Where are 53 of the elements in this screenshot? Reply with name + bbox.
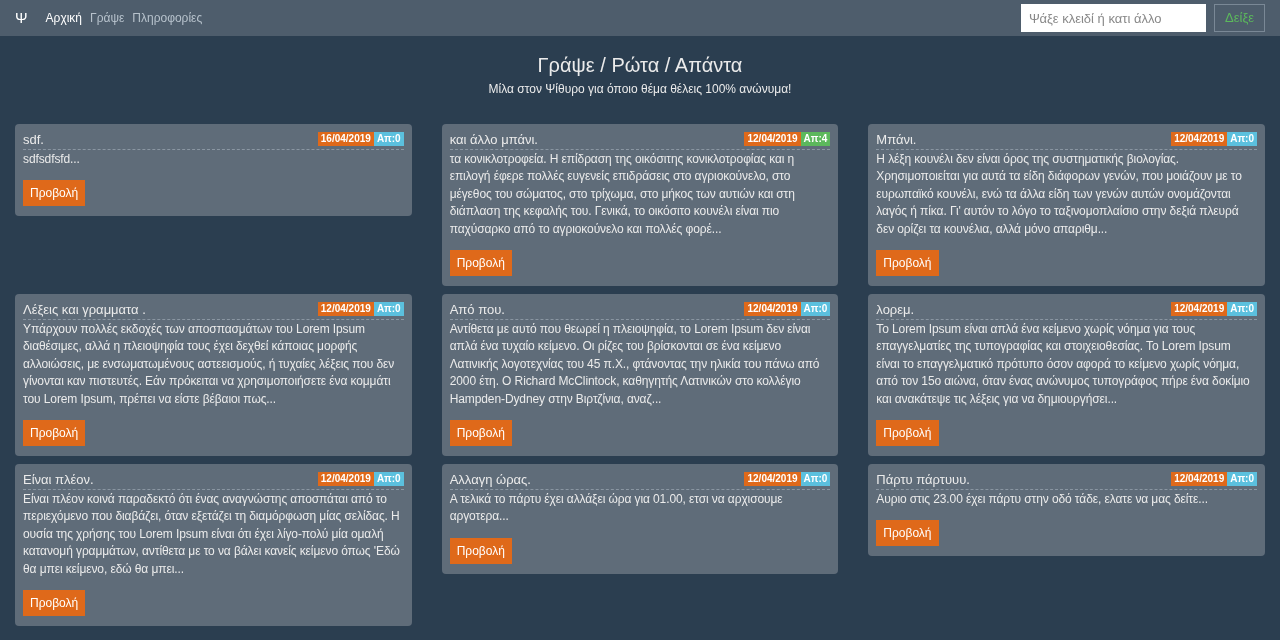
post-excerpt: Υπάρχουν πολλές εκδοχές των αποσπασμάτων του Lorem Ipsum διαθέσιμες, αλλά η πλειοψηφία τους έχει δεχθεί κάποιας μορφής αλλοιώσεις, με ενσωματωμένους αστεεισμούς, ή τυχαίες λέξεις που δεν γίνονται καν πιστευτές. Εάν πρόκειται να χρησιμοποιήσετε ένα κομμάτι του Lorem Ipsum, πρέπει να είστε βέβαιοι πως... <box>23 321 396 408</box>
nav-link[interactable]: Αρχική <box>45 9 82 27</box>
reply-count-badge: Απ:4 <box>800 132 831 146</box>
date-badge: 12/04/2019 <box>1171 472 1228 487</box>
brand-logo[interactable]: Ψ <box>15 6 28 30</box>
date-badge: 12/04/2019 <box>744 132 801 146</box>
nav-link[interactable]: Πληροφορίες <box>132 9 203 27</box>
date-badge: 12/04/2019 <box>317 302 374 317</box>
post-excerpt: Το Lorem Ipsum είναι απλά ένα κείμενο χωρίς νόημα για τους επαγγελματίες της τυπογραφίας και στοιχειοθεσίας. Το Lorem Ipsum είναι το επαγγελματικό πρότυπο όσον αφορά το κείμενο χωρίς νόημα, από τον 15ο αιώνα, όταν ένας ανώνυμος τυπογράφος πήρε ένα δοκίμιο και ανακάτεψε τις λέξεις για να δημιουργήσει... <box>876 321 1251 408</box>
view-button[interactable]: Προβολή <box>449 420 512 447</box>
post-excerpt: τα κονικλοτροφεία. Η επίδραση της οικόσιτης κονικλοτροφίας και η επιλογή έφερε πολλές ευγενείς επιδράσεις στο αγριοκούνελο, στο μέγεθος του σώματος, στο τρίχωμα, στο μήκος των αυτιών και στη διάπλαση της κεφαλής του. Γενικά, το οικόσιτο κουνέλι είναι πιο παχύσαρκο από το αγριοκούνελο και πολλές φορέ... <box>449 151 796 238</box>
date-badge: 12/04/2019 <box>744 302 801 317</box>
nav-link[interactable]: Γράψε <box>90 9 125 27</box>
reply-count-badge: Απ:0 <box>1227 302 1257 317</box>
post-title: Αλλαγη ώρας. <box>449 472 531 489</box>
post-title: sdf. <box>23 132 44 148</box>
search-field[interactable]: Ψάξε κλειδί ή κατι άλλο <box>1021 4 1206 32</box>
post-excerpt: Αντίθετα με αυτό που θεωρεί η πλειοψηφία, το Lorem Ipsum δεν είναι απλά ένα τυχαίο κείμενο. Οι ρίζες του βρίσκονται σε ένα κείμενο Λατινικής λογοτεχνίας του 45 π.Χ., φτάνοντας την ηλικία του πάνω από 2000 έτη. Ο Richard McClintock, καθηγητής Λατινικών στο κολλέγιο Hampden-Dydney στην Βιρτζίνια, αναζ... <box>449 321 821 408</box>
date-badge: 12/04/2019 <box>317 472 374 487</box>
date-badge: 12/04/2019 <box>1171 132 1228 146</box>
view-button[interactable]: Προβολή <box>23 590 86 617</box>
post-title: Από που. <box>449 302 505 319</box>
post-title: λορεμ. <box>876 302 915 319</box>
post-excerpt: sdfsdfsfd... <box>23 151 81 168</box>
page-subtitle: Μίλα στον Ψίθυρο για όποιο θέμα θέλεις 100% ανώνυμα! <box>487 81 793 98</box>
post-title: Είναι πλέον. <box>23 472 94 489</box>
post-excerpt: Α τελικά το πάρτυ έχει αλλάξει ώρα για 01.00, ετσι να αρχισουμε αργοτερα... <box>449 491 784 526</box>
post-excerpt: Είναι πλέον κοινά παραδεκτό ότι ένας αναγνώστης αποσπάται από το περιεχόμενο που διαβάζει, όταν εξετάζει τη διαμόρφωση μίας σελίδας. Η ουσία της χρήσης του Lorem Ipsum είναι ότι έχει λίγο-πολύ μία ομαλή κατανομή γραμμάτων, αντίθετα με το να βάλει κανείς κείμενο όπως 'Εδώ θα μπει κείμενο, εδώ θα μπει... <box>23 491 401 578</box>
post-excerpt: Η λέξη κουνέλι δεν είναι όρος της συστηματικής βιολογίας. Χρησιμοποιείται για αυτά τα είδη διάφορων γενών, που μοιάζουν με το ευρωπαϊκό κουνέλι, ενώ τα άλλα είδη των γενών αυτών ονομάζονται λαγός ή πίκα. Γι' αυτόν το λόγο το ταξινομοπλαίσιο στην δεξιά πλευρά δεν ορίζει τα κουνέλια, αλλά μόνο απαριθμ... <box>876 151 1243 238</box>
view-button[interactable]: Προβολή <box>876 520 939 547</box>
view-button[interactable]: Προβολή <box>876 420 939 447</box>
view-button[interactable]: Προβολή <box>23 180 86 207</box>
post-title: Μπάνι. <box>876 132 917 148</box>
page-title: Γράψε / Ρώτα / Απάντα <box>536 53 744 78</box>
reply-count-badge: Απ:0 <box>373 132 404 146</box>
post-title: Λέξεις και γραμματα . <box>23 302 146 319</box>
view-button[interactable]: Προβολή <box>449 537 512 564</box>
post-title: Πάρτυ πάρτυυυ. <box>876 472 970 489</box>
post-excerpt: Αυριο στις 23.00 έχει πάρτυ στην οδό τάδε, ελατε να μας δείτε... <box>876 491 1209 509</box>
search-button[interactable]: Δείξε <box>1214 4 1265 32</box>
reply-count-badge: Απ:0 <box>800 472 831 487</box>
view-button[interactable]: Προβολή <box>876 250 939 277</box>
reply-count-badge: Απ:0 <box>373 302 404 317</box>
date-badge: 16/04/2019 <box>317 132 374 146</box>
view-button[interactable]: Προβολή <box>23 420 86 447</box>
reply-count-badge: Απ:0 <box>1227 132 1257 146</box>
reply-count-badge: Απ:0 <box>800 302 831 317</box>
reply-count-badge: Απ:0 <box>1227 472 1257 487</box>
view-button[interactable]: Προβολή <box>449 250 512 277</box>
reply-count-badge: Απ:0 <box>373 472 404 487</box>
post-title: και άλλο μπάνι. <box>449 132 538 148</box>
date-badge: 12/04/2019 <box>1171 302 1228 317</box>
date-badge: 12/04/2019 <box>744 472 801 487</box>
